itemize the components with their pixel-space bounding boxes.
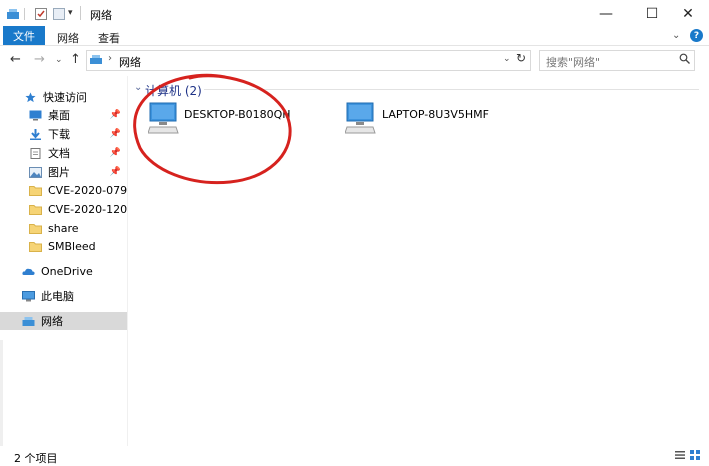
sidebar-item-label: CVE-2020-0796-R xyxy=(48,183,127,197)
tab-view[interactable]: 查看 xyxy=(98,30,120,46)
sidebar-item-folder[interactable]: CVE-2020-0796-R xyxy=(0,181,127,199)
details-view-icon[interactable] xyxy=(675,450,685,460)
sidebar-item-quick-access[interactable]: 快速访问 xyxy=(0,88,127,106)
sidebar-item-label: 下载 xyxy=(48,128,70,141)
network-icon xyxy=(22,316,35,326)
refresh-icon[interactable]: ↻ xyxy=(516,51,526,65)
help-icon[interactable]: ? xyxy=(690,29,703,42)
sidebar-item-folder[interactable]: SMBleed xyxy=(0,237,127,255)
sidebar-item-label: 此电脑 xyxy=(41,290,74,303)
folder-icon xyxy=(29,185,42,196)
sidebar-item-label: 文档 xyxy=(48,147,70,160)
sidebar-item-label: CVE-2020-1206-P xyxy=(48,202,127,216)
sidebar-item-label: 快速访问 xyxy=(43,91,87,104)
download-icon xyxy=(30,128,41,140)
sidebar-item-onedrive[interactable]: OneDrive xyxy=(0,262,127,280)
sidebar-item-label: 网络 xyxy=(41,315,63,328)
sidebar-item-desktop[interactable]: 桌面 📌 xyxy=(0,106,127,124)
sidebar-item-documents[interactable]: 文档 📌 xyxy=(0,144,127,162)
item-count: 2 个项目 xyxy=(14,452,58,465)
folder-icon xyxy=(29,204,42,215)
annotation-circle xyxy=(133,73,292,185)
title-separator xyxy=(80,6,81,20)
close-button[interactable]: ✕ xyxy=(665,0,709,28)
window-edge xyxy=(0,340,3,446)
address-bar[interactable] xyxy=(86,50,531,71)
sidebar-item-label: share xyxy=(48,221,79,235)
cloud-icon xyxy=(22,268,35,275)
recent-locations-chevron-icon[interactable]: ⌄ xyxy=(55,55,63,65)
search-placeholder: 搜索"网络" xyxy=(546,56,601,69)
star-icon xyxy=(25,91,36,102)
sidebar-item-label: 桌面 xyxy=(48,109,70,122)
up-arrow-icon[interactable]: ↑ xyxy=(70,52,81,67)
sidebar-item-folder[interactable]: share xyxy=(0,219,127,237)
quick-access-separator xyxy=(24,8,25,20)
computer-name: LAPTOP-8U3V5HMF xyxy=(382,108,489,121)
customize-toolbar-chevron-icon[interactable]: ▾ xyxy=(68,8,73,18)
desktop-icon xyxy=(29,110,42,120)
computer-item-laptop[interactable]: LAPTOP-8U3V5HMF xyxy=(344,100,505,140)
large-icons-view-icon[interactable] xyxy=(690,450,700,460)
search-icon[interactable] xyxy=(679,53,690,64)
tab-network[interactable]: 网络 xyxy=(57,30,79,46)
expand-ribbon-chevron-icon[interactable]: ⌄ xyxy=(672,30,680,41)
computer-icon xyxy=(22,290,35,301)
sidebar-item-label: 图片 xyxy=(48,166,70,179)
sidebar-item-label: SMBleed xyxy=(48,239,96,253)
network-location-icon xyxy=(90,55,102,64)
document-icon xyxy=(30,147,41,159)
address-history-chevron-icon[interactable]: ⌄ xyxy=(503,54,511,64)
sidebar-item-downloads[interactable]: 下载 📌 xyxy=(0,125,127,143)
folder-icon xyxy=(29,241,42,252)
tab-file[interactable]: 文件 xyxy=(3,26,45,45)
breadcrumb-separator-icon[interactable]: › xyxy=(108,53,112,64)
window-title: 网络 xyxy=(90,9,112,22)
network-icon xyxy=(7,9,19,19)
minimize-button[interactable]: — xyxy=(583,0,629,28)
sidebar-item-network[interactable]: 网络 xyxy=(0,312,127,330)
status-bar xyxy=(0,446,709,466)
properties-icon[interactable] xyxy=(34,7,48,21)
sidebar-item-this-pc[interactable]: 此电脑 xyxy=(0,287,127,305)
folder-icon xyxy=(29,223,42,234)
sidebar-item-label: OneDrive xyxy=(41,264,93,278)
new-folder-icon[interactable] xyxy=(52,7,66,21)
computer-icon xyxy=(344,102,376,134)
sidebar-item-folder[interactable]: CVE-2020-1206-P xyxy=(0,200,127,218)
forward-arrow-icon[interactable]: → xyxy=(34,52,45,67)
picture-icon xyxy=(29,166,42,178)
breadcrumb-network[interactable]: 网络 xyxy=(119,54,141,70)
sidebar-item-pictures[interactable]: 图片 📌 xyxy=(0,163,127,181)
back-arrow-icon[interactable]: ← xyxy=(10,52,21,67)
